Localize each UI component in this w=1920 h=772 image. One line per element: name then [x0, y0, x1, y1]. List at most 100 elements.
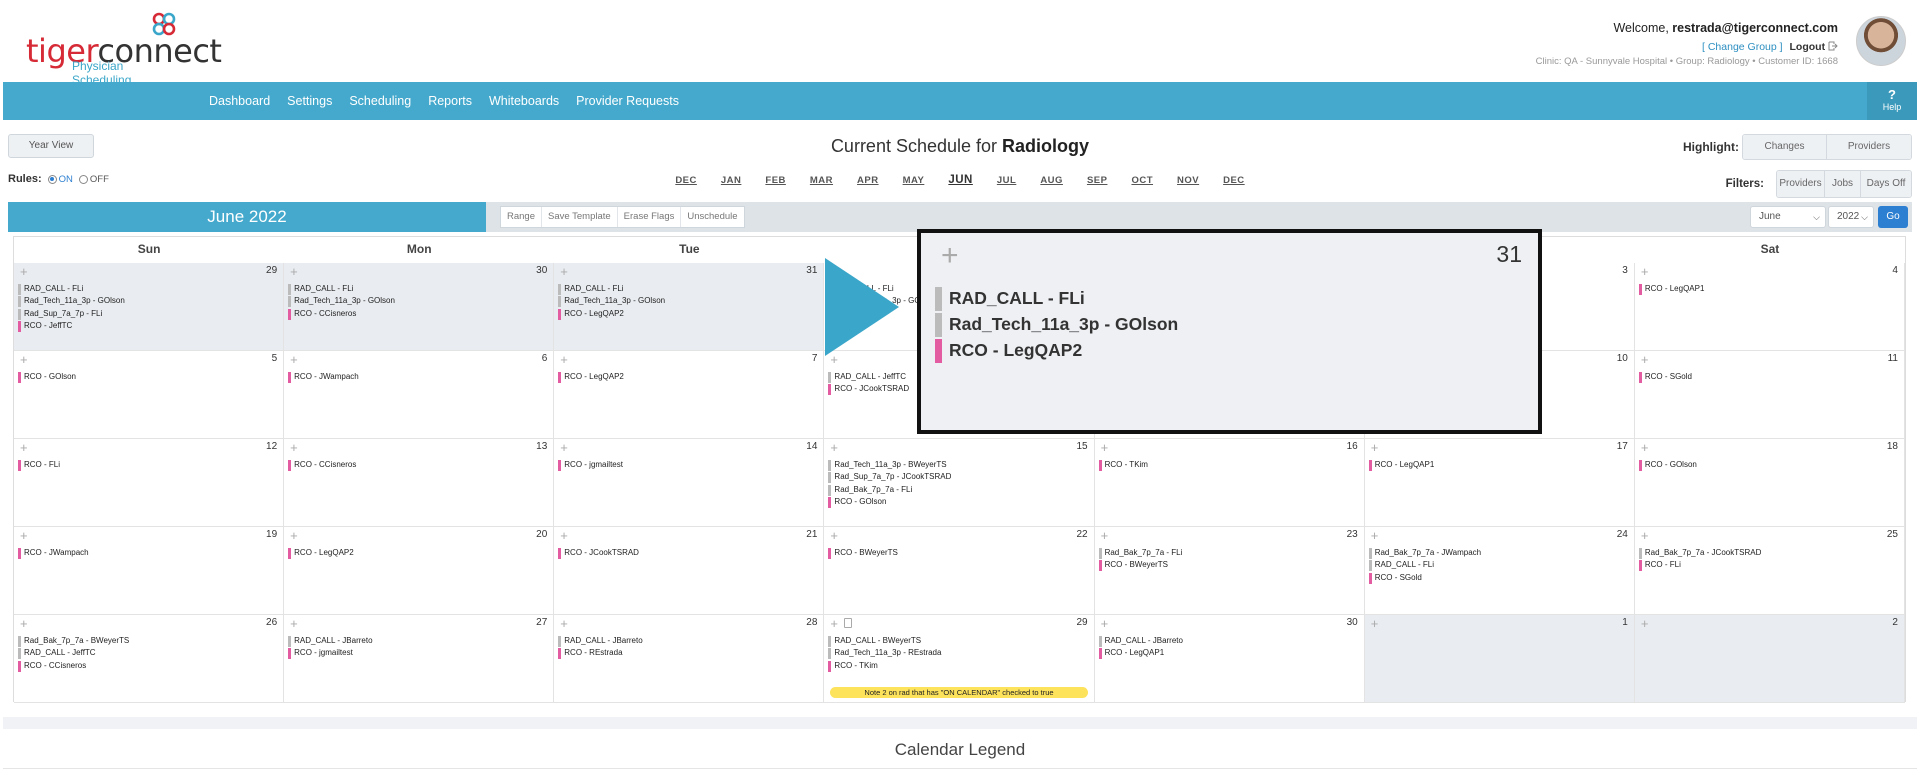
assignment-item[interactable]: Rad_Tech_11a_3p - GOlson: [288, 295, 551, 308]
add-assignment-icon[interactable]: +: [1641, 352, 1649, 367]
calendar-day-cell[interactable]: +16 RCO - TKim: [1094, 439, 1365, 527]
assignment-item[interactable]: RCO - BWeyerTS: [828, 547, 1091, 560]
year-select[interactable]: 2022 ⌵: [1828, 206, 1874, 228]
assignment-item[interactable]: RAD_CALL - FLi: [288, 283, 551, 296]
nav-provider-requests[interactable]: Provider Requests: [576, 94, 679, 108]
add-assignment-icon[interactable]: +: [20, 616, 28, 631]
tigerconnect-logo[interactable]: tigerconnect Physician Scheduling: [26, 12, 222, 87]
erase-flags-button[interactable]: Erase Flags: [618, 207, 682, 227]
logout-icon[interactable]: [1828, 41, 1838, 51]
calendar-day-cell[interactable]: +28 RAD_CALL - JBarreto RCO - REstrada: [554, 615, 825, 703]
add-assignment-icon[interactable]: +: [290, 616, 298, 631]
add-assignment-icon[interactable]: +: [1101, 440, 1109, 455]
month-select[interactable]: June ⌵: [1750, 206, 1826, 228]
calendar-day-cell[interactable]: +7 RCO - LegQAP2: [554, 351, 825, 439]
help-button[interactable]: ? Help: [1867, 82, 1917, 120]
calendar-day-cell[interactable]: +23 Rad_Bak_7p_7a - FLi RCO - BWeyerTS: [1094, 527, 1365, 615]
assignment-item[interactable]: RCO - GOlson: [1638, 459, 1902, 472]
calendar-day-cell[interactable]: +12 RCO - FLi: [14, 439, 285, 527]
assignment-item[interactable]: RCO - CCisneros: [288, 459, 551, 472]
assignment-item[interactable]: RCO - CCisneros: [18, 660, 281, 672]
assignment-item[interactable]: Rad_Bak_7p_7a - FLi: [1098, 547, 1362, 560]
month-link[interactable]: DEC: [675, 175, 697, 186]
assignment-item[interactable]: RCO - FLi: [18, 459, 281, 472]
calendar-day-cell[interactable]: +6 RCO - JWampach: [284, 351, 555, 439]
add-assignment-icon[interactable]: +: [1371, 528, 1379, 543]
add-assignment-icon[interactable]: +: [290, 264, 298, 279]
assignment-item[interactable]: RCO - JCookTSRAD: [558, 547, 821, 560]
assignment-item[interactable]: RCO - REstrada: [558, 647, 821, 660]
nav-settings[interactable]: Settings: [287, 94, 332, 108]
add-assignment-icon[interactable]: +: [290, 528, 298, 543]
nav-whiteboards[interactable]: Whiteboards: [489, 94, 559, 108]
calendar-day-cell[interactable]: +29 RAD_CALL - BWeyerTS Rad_Tech_11a_3p - …: [824, 615, 1095, 703]
month-link[interactable]: AUG: [1040, 175, 1063, 186]
assignment-item[interactable]: RCO - LegQAP2: [558, 308, 821, 320]
calendar-day-cell[interactable]: +19 RCO - JWampach: [14, 527, 285, 615]
calendar-day-cell[interactable]: +20 RCO - LegQAP2: [284, 527, 555, 615]
assignment-item[interactable]: RCO - JWampach: [288, 371, 551, 384]
add-assignment-icon[interactable]: +: [1641, 264, 1649, 279]
assignment-item[interactable]: Rad_Bak_7p_7a - FLi: [828, 484, 1091, 496]
highlight-providers-button[interactable]: Providers: [1827, 135, 1911, 159]
month-link[interactable]: MAY: [903, 175, 925, 186]
add-assignment-icon[interactable]: +: [560, 616, 568, 631]
assignment-item[interactable]: Rad_Bak_7p_7a - JCookTSRAD: [1638, 547, 1902, 560]
assignment-item[interactable]: RAD_CALL - JeffTC: [18, 647, 281, 660]
calendar-day-cell[interactable]: +25 Rad_Bak_7p_7a - JCookTSRAD RCO - FLi: [1634, 527, 1905, 615]
month-link[interactable]: JAN: [721, 175, 742, 186]
assignment-item[interactable]: Rad_Sup_7a_7p - FLi: [18, 308, 281, 320]
add-assignment-icon[interactable]: +: [1641, 440, 1649, 455]
add-assignment-icon[interactable]: +: [830, 528, 838, 543]
add-assignment-icon[interactable]: +: [20, 264, 28, 279]
add-assignment-icon[interactable]: +: [560, 440, 568, 455]
assignment-item[interactable]: RCO - BWeyerTS: [1098, 559, 1362, 572]
calendar-day-cell[interactable]: +1: [1364, 615, 1635, 703]
assignment-item[interactable]: RCO - LegQAP2: [288, 547, 551, 560]
add-assignment-icon[interactable]: +: [560, 264, 568, 279]
note-icon[interactable]: [844, 618, 853, 628]
calendar-day-cell[interactable]: +17 RCO - LegQAP1: [1364, 439, 1635, 527]
assignment-item[interactable]: Rad_Tech_11a_3p - BWeyerTS: [828, 459, 1091, 472]
calendar-day-cell[interactable]: +18 RCO - GOlson: [1634, 439, 1905, 527]
calendar-day-cell[interactable]: +24 Rad_Bak_7p_7a - JWampach RAD_CALL - FL…: [1364, 527, 1635, 615]
add-assignment-icon[interactable]: +: [830, 440, 838, 455]
assignment-item[interactable]: RAD_CALL - BWeyerTS: [828, 635, 1091, 648]
save-template-button[interactable]: Save Template: [542, 207, 618, 227]
avatar[interactable]: [1856, 16, 1906, 66]
assignment-item[interactable]: Rad_Bak_7p_7a - JWampach: [1368, 547, 1632, 560]
go-button[interactable]: Go: [1878, 206, 1908, 228]
month-link[interactable]: APR: [857, 175, 879, 186]
assignment-item[interactable]: RCO - LegQAP2: [558, 371, 821, 384]
assignment-item[interactable]: RCO - CCisneros: [288, 308, 551, 320]
filter-days-off-button[interactable]: Days Off: [1861, 171, 1911, 197]
calendar-day-cell[interactable]: +29 RAD_CALL - FLi Rad_Tech_11a_3p - GOlso…: [14, 263, 285, 351]
logout-link[interactable]: Logout: [1790, 41, 1826, 53]
assignment-item[interactable]: RCO - GOlson: [828, 496, 1091, 509]
change-group-link[interactable]: [ Change Group ]: [1702, 41, 1783, 53]
assignment-item[interactable]: Rad_Tech_11a_3p - REstrada: [828, 647, 1091, 660]
range-button[interactable]: Range: [501, 207, 542, 227]
nav-dashboard[interactable]: Dashboard: [209, 94, 270, 108]
assignment-item[interactable]: RCO - TKim: [828, 660, 1091, 672]
calendar-day-cell[interactable]: +15 Rad_Tech_11a_3p - BWeyerTS Rad_Sup_7a_…: [824, 439, 1095, 527]
assignment-item[interactable]: RCO - TKim: [1098, 459, 1362, 472]
add-assignment-icon[interactable]: +: [1641, 616, 1649, 631]
assignment-item[interactable]: Rad_Tech_11a_3p - GOlson: [18, 295, 281, 308]
assignment-item[interactable]: RCO - FLi: [1638, 559, 1902, 572]
calendar-day-cell[interactable]: +30 RAD_CALL - FLi Rad_Tech_11a_3p - GOlso…: [284, 263, 555, 351]
calendar-day-cell[interactable]: +27 RAD_CALL - JBarreto RCO - jgmailtest: [284, 615, 555, 703]
calendar-day-cell[interactable]: +5 RCO - GOlson: [14, 351, 285, 439]
calendar-day-cell[interactable]: +13 RCO - CCisneros: [284, 439, 555, 527]
add-assignment-icon[interactable]: +: [1371, 440, 1379, 455]
calendar-day-cell[interactable]: +4 RCO - LegQAP1: [1634, 263, 1905, 351]
add-assignment-icon[interactable]: +: [1101, 616, 1109, 631]
filter-providers-button[interactable]: Providers: [1777, 171, 1825, 197]
add-assignment-icon[interactable]: +: [20, 528, 28, 543]
calendar-day-cell[interactable]: +22 RCO - BWeyerTS: [824, 527, 1095, 615]
calendar-day-cell[interactable]: +30 RAD_CALL - JBarreto RCO - LegQAP1: [1094, 615, 1365, 703]
assignment-item[interactable]: RCO - jgmailtest: [558, 459, 821, 472]
calendar-day-cell[interactable]: +14 RCO - jgmailtest: [554, 439, 825, 527]
calendar-day-cell[interactable]: +26 Rad_Bak_7p_7a - BWeyerTS RAD_CALL - Je…: [14, 615, 285, 703]
calendar-day-cell[interactable]: +2: [1634, 615, 1905, 703]
